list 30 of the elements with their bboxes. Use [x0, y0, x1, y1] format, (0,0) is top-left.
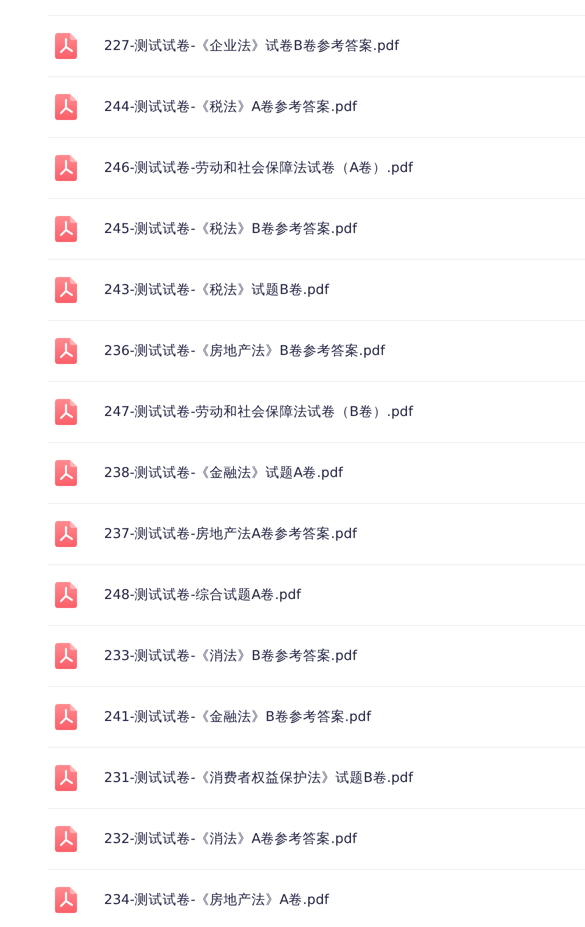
pdf-file-icon: [55, 216, 77, 242]
file-link[interactable]: 237-测试试卷-房地产法A卷参考答案.pdf: [104, 525, 357, 543]
pdf-file-icon: [55, 765, 77, 791]
file-link[interactable]: 245-测试试卷-《税法》B卷参考答案.pdf: [104, 220, 357, 238]
pdf-file-icon: [55, 826, 77, 852]
pdf-file-icon: [55, 582, 77, 608]
pdf-file-icon: [55, 94, 77, 120]
file-link[interactable]: 246-测试试卷-劳动和社会保障法试卷（A卷）.pdf: [104, 159, 413, 177]
pdf-file-icon: [55, 643, 77, 669]
file-link[interactable]: 234-测试试卷-《房地产法》A卷.pdf: [104, 891, 329, 909]
file-link[interactable]: 248-测试试卷-综合试题A卷.pdf: [104, 586, 301, 604]
pdf-file-icon: [55, 399, 77, 425]
file-link[interactable]: 238-测试试卷-《金融法》试题A卷.pdf: [104, 464, 343, 482]
file-link[interactable]: 231-测试试卷-《消费者权益保护法》试题B卷.pdf: [104, 769, 413, 787]
file-link[interactable]: 244-测试试卷-《税法》A卷参考答案.pdf: [104, 98, 357, 116]
pdf-file-icon: [55, 704, 77, 730]
pdf-file-icon: [55, 155, 77, 181]
file-link[interactable]: 243-测试试卷-《税法》试题B卷.pdf: [104, 281, 329, 299]
file-link[interactable]: 233-测试试卷-《消法》B卷参考答案.pdf: [104, 647, 357, 665]
pdf-file-icon: [55, 887, 77, 913]
pdf-file-icon: [55, 460, 77, 486]
file-link[interactable]: 236-测试试卷-《房地产法》B卷参考答案.pdf: [104, 342, 385, 360]
file-link[interactable]: 227-测试试卷-《企业法》试卷B卷参考答案.pdf: [104, 37, 399, 55]
pdf-file-icon: [55, 277, 77, 303]
file-link[interactable]: 247-测试试卷-劳动和社会保障法试卷（B卷）.pdf: [104, 403, 413, 421]
pdf-file-icon: [55, 521, 77, 547]
file-link[interactable]: 232-测试试卷-《消法》A卷参考答案.pdf: [104, 830, 357, 848]
pdf-file-icon: [55, 33, 77, 59]
pdf-file-icon: [55, 338, 77, 364]
file-link[interactable]: 241-测试试卷-《金融法》B卷参考答案.pdf: [104, 708, 371, 726]
